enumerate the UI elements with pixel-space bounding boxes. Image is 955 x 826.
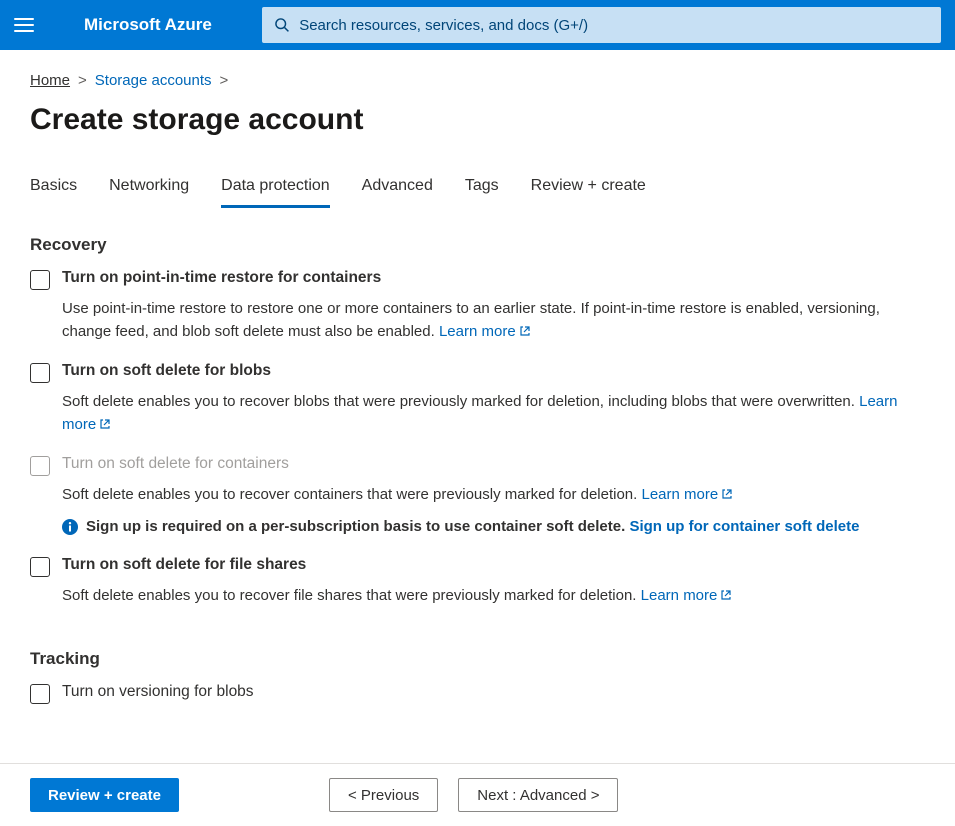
learn-more-containers[interactable]: Learn more (642, 486, 734, 503)
external-link-icon (99, 415, 111, 438)
section-recovery-title: Recovery (30, 235, 925, 255)
label-versioning-blobs: Turn on versioning for blobs (62, 683, 254, 701)
checkbox-versioning-blobs[interactable] (30, 684, 50, 704)
footer-bar: Review + create < Previous Next : Advanc… (0, 763, 955, 826)
external-link-icon (519, 322, 531, 345)
desc-soft-delete-containers: Soft delete enables you to recover conta… (62, 484, 925, 508)
option-soft-delete-containers: Turn on soft delete for containers Soft … (30, 455, 925, 538)
option-versioning-blobs: Turn on versioning for blobs (30, 683, 925, 704)
tab-basics[interactable]: Basics (30, 171, 77, 208)
learn-more-file-shares[interactable]: Learn more (641, 587, 733, 604)
breadcrumb: Home > Storage accounts > (30, 72, 925, 89)
label-soft-delete-blobs: Turn on soft delete for blobs (62, 362, 271, 380)
info-containers-text: Sign up is required on a per-subscriptio… (86, 518, 625, 535)
tab-review-create[interactable]: Review + create (531, 171, 646, 208)
option-pitr: Turn on point-in-time restore for contai… (30, 269, 925, 344)
next-button[interactable]: Next : Advanced > (458, 778, 618, 812)
info-icon (62, 519, 78, 535)
main-content: Home > Storage accounts > Create storage… (0, 50, 955, 717)
label-soft-delete-file-shares: Turn on soft delete for file shares (62, 556, 306, 574)
top-bar: Microsoft Azure (0, 0, 955, 50)
desc-pitr: Use point-in-time restore to restore one… (62, 298, 925, 344)
previous-button[interactable]: < Previous (329, 778, 438, 812)
search-input[interactable] (299, 17, 929, 34)
section-tracking-title: Tracking (30, 649, 925, 669)
breadcrumb-home[interactable]: Home (30, 72, 70, 89)
review-create-button[interactable]: Review + create (30, 778, 179, 812)
label-pitr: Turn on point-in-time restore for contai… (62, 269, 381, 287)
info-containers-signup: Sign up is required on a per-subscriptio… (62, 516, 925, 539)
desc-soft-delete-blobs: Soft delete enables you to recover blobs… (62, 391, 925, 437)
checkbox-soft-delete-file-shares[interactable] (30, 557, 50, 577)
brand-name[interactable]: Microsoft Azure (84, 15, 212, 35)
tab-data-protection[interactable]: Data protection (221, 171, 330, 208)
breadcrumb-storage-accounts[interactable]: Storage accounts (95, 72, 212, 89)
breadcrumb-separator: > (78, 72, 87, 89)
tab-tags[interactable]: Tags (465, 171, 499, 208)
tab-networking[interactable]: Networking (109, 171, 189, 208)
option-soft-delete-file-shares: Turn on soft delete for file shares Soft… (30, 556, 925, 609)
checkbox-soft-delete-containers (30, 456, 50, 476)
desc-blobs-text: Soft delete enables you to recover blobs… (62, 393, 855, 410)
desc-file-shares-text: Soft delete enables you to recover file … (62, 587, 636, 604)
desc-soft-delete-file-shares: Soft delete enables you to recover file … (62, 585, 925, 609)
search-box[interactable] (262, 7, 941, 43)
search-icon (274, 17, 289, 33)
checkbox-soft-delete-blobs[interactable] (30, 363, 50, 383)
desc-containers-text: Soft delete enables you to recover conta… (62, 486, 637, 503)
signup-container-soft-delete-link[interactable]: Sign up for container soft delete (629, 518, 859, 535)
search-wrapper (262, 7, 941, 43)
external-link-icon (721, 485, 733, 508)
learn-more-pitr[interactable]: Learn more (439, 323, 531, 340)
tab-advanced[interactable]: Advanced (362, 171, 433, 208)
label-soft-delete-containers: Turn on soft delete for containers (62, 455, 289, 473)
option-soft-delete-blobs: Turn on soft delete for blobs Soft delet… (30, 362, 925, 437)
breadcrumb-separator: > (220, 72, 229, 89)
hamburger-menu-icon[interactable] (14, 18, 34, 32)
external-link-icon (720, 586, 732, 609)
tab-bar: Basics Networking Data protection Advanc… (30, 171, 925, 209)
checkbox-pitr[interactable] (30, 270, 50, 290)
page-title: Create storage account (30, 103, 925, 137)
